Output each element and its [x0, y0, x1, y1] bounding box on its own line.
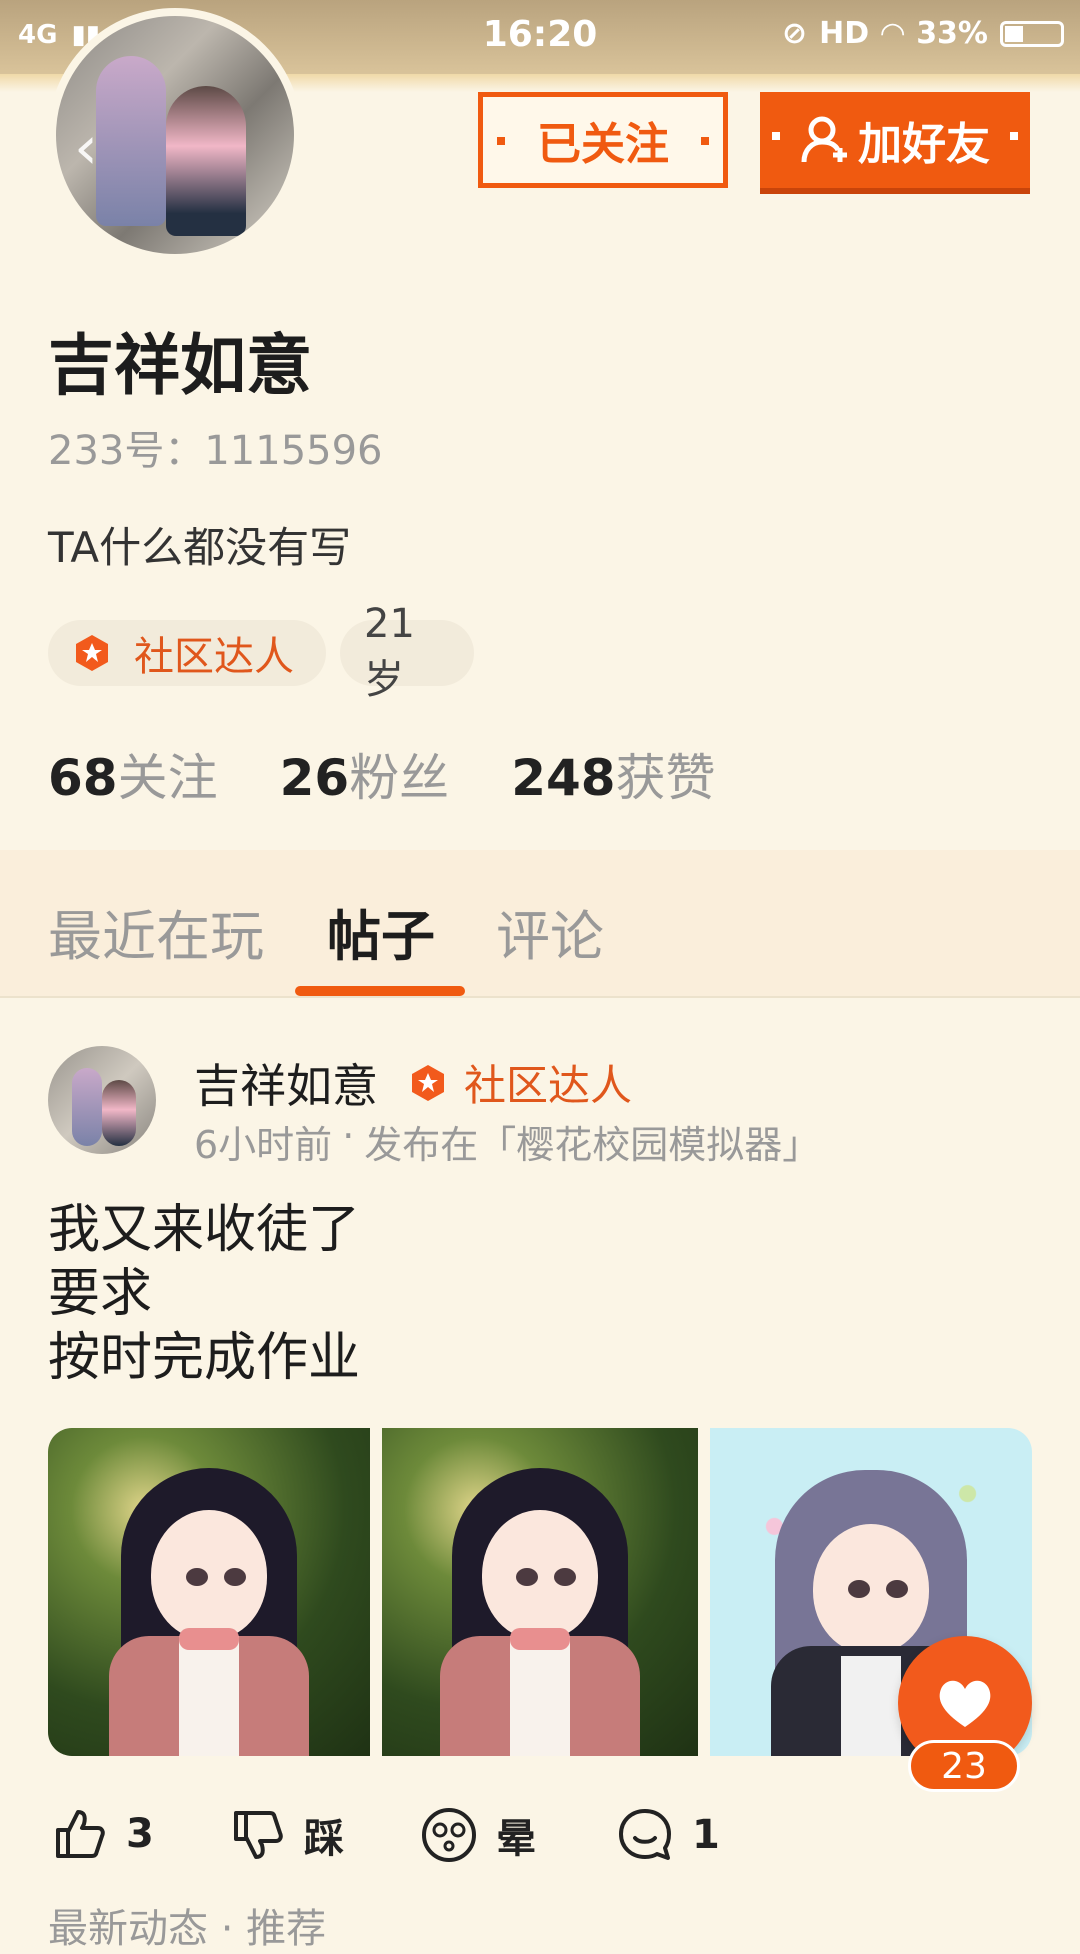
downvote-label: 踩: [304, 1816, 344, 1862]
post-body[interactable]: 我又来收徒了 要求 按时完成作业: [48, 1198, 360, 1390]
image-figure: [554, 1568, 576, 1586]
image-figure: [848, 1580, 870, 1598]
hd-indicator: HD: [819, 16, 870, 51]
stat-number: 26: [279, 749, 350, 807]
tab-comments[interactable]: 评论: [496, 892, 604, 971]
profile-uid: 233号：1115596: [48, 428, 383, 474]
stat-number: 68: [48, 749, 118, 807]
image-figure: [224, 1568, 246, 1586]
post-author-name[interactable]: 吉祥如意: [194, 1050, 378, 1116]
post-meta: 6小时前 · 发布在「樱花校园模拟器」: [194, 1114, 820, 1169]
add-user-icon: [801, 116, 847, 163]
post-author-avatar[interactable]: [48, 1046, 156, 1154]
post-author-badge: 社区达人: [408, 1052, 632, 1113]
downvote-button[interactable]: 踩: [230, 1806, 344, 1864]
comment-count: 1: [692, 1812, 720, 1858]
image-figure: [841, 1656, 901, 1756]
image-figure: [510, 1628, 570, 1650]
stat-label: 粉丝: [349, 749, 450, 807]
profile-stats: 68关注 26粉丝 248获赞: [48, 738, 716, 810]
post-time: 6小时前: [194, 1123, 333, 1167]
upvote-count: 3: [126, 1811, 154, 1857]
expert-tag[interactable]: 社区达人: [48, 620, 326, 686]
expert-badge-icon: [72, 633, 112, 673]
tab-posts[interactable]: 帖子: [327, 892, 435, 971]
stat-number: 248: [511, 749, 616, 807]
image-figure: [510, 1636, 570, 1756]
image-figure: [482, 1510, 598, 1640]
avatar-figure: [102, 1080, 136, 1146]
active-tab-indicator: [295, 986, 465, 996]
avatar-figure: [72, 1068, 102, 1146]
post-line: 我又来收徒了: [48, 1200, 361, 1260]
image-figure: [151, 1510, 267, 1640]
image-figure: [186, 1568, 208, 1586]
image-figure: [516, 1568, 538, 1586]
battery-icon: [1000, 20, 1064, 47]
thumbs-down-icon: [234, 1811, 283, 1859]
stat-label: 获赞: [615, 749, 716, 807]
image-figure: [179, 1628, 239, 1650]
stat-label: 关注: [117, 749, 218, 807]
thumbs-up-icon: [56, 1810, 105, 1858]
add-friend-button[interactable]: 加好友: [760, 92, 1030, 188]
profile-name: 吉祥如意: [48, 327, 312, 404]
image-figure: [813, 1524, 929, 1654]
decor-dot: [772, 132, 780, 140]
heart-icon: [939, 1680, 991, 1727]
stat-followers[interactable]: 26粉丝: [280, 738, 450, 810]
decor-dot: [497, 137, 505, 145]
post-badge-label: 社区达人: [464, 1061, 633, 1110]
dizzy-face-icon: [422, 1808, 476, 1862]
tab-recent-play[interactable]: 最近在玩: [48, 892, 264, 971]
expert-badge-icon: [408, 1063, 448, 1103]
decor-dot: [701, 137, 709, 145]
dizzy-button[interactable]: 晕: [420, 1806, 536, 1864]
post-image[interactable]: [48, 1428, 370, 1756]
next-section-peek: 最新动态 · 推荐: [48, 1906, 327, 1952]
battery-fill: [1005, 25, 1023, 42]
image-figure: [179, 1636, 239, 1756]
mute-icon: ⊘: [781, 16, 808, 51]
avatar-figure: [166, 86, 246, 236]
decor-dot: [1010, 132, 1018, 140]
age-tag: 21岁: [340, 601, 474, 703]
meta-separator: ·: [342, 1114, 355, 1158]
upvote-button[interactable]: 3: [52, 1806, 154, 1862]
image-figure: [886, 1580, 908, 1598]
post-line: 按时完成作业: [48, 1328, 361, 1388]
divider: [0, 996, 1080, 998]
dizzy-label: 晕: [496, 1816, 536, 1862]
comment-button[interactable]: 1: [616, 1806, 720, 1864]
wifi-icon: ◠: [881, 16, 905, 51]
post-image[interactable]: [382, 1428, 698, 1756]
followed-label: 已关注: [537, 119, 669, 170]
profile-bio: TA什么都没有写: [48, 523, 352, 572]
post-line: 要求: [48, 1264, 153, 1324]
expert-label: 社区达人: [134, 634, 294, 680]
post-game-link[interactable]: 发布在「樱花校园模拟器」: [364, 1114, 820, 1169]
comment-icon: [619, 1809, 671, 1860]
stat-following[interactable]: 68关注: [48, 738, 218, 810]
battery-percent: 33%: [916, 16, 988, 51]
avatar-figure: [96, 56, 166, 226]
back-arrow-icon[interactable]: ‹: [74, 118, 98, 178]
like-count: 23: [908, 1740, 1020, 1792]
followed-button[interactable]: 已关注: [478, 92, 728, 188]
add-friend-label: 加好友: [858, 119, 990, 170]
stat-likes[interactable]: 248获赞: [511, 738, 715, 810]
status-right: ⊘ HD ◠ 33%: [782, 16, 1064, 51]
